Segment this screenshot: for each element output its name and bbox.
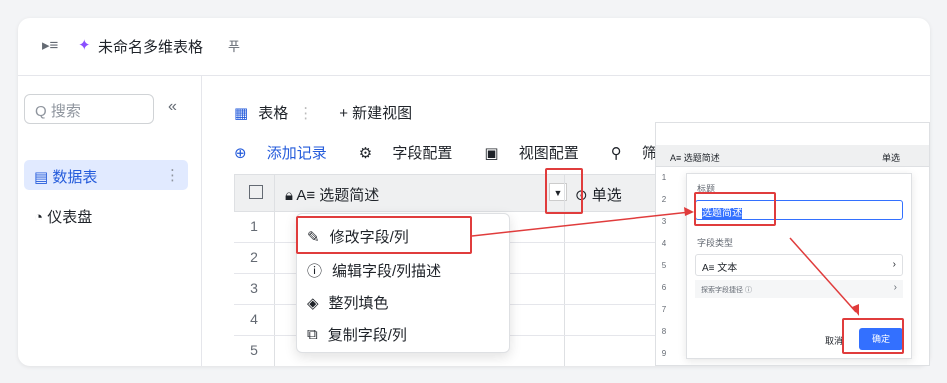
- arrow-line: [471, 211, 691, 237]
- annotation-arrows: [471, 207, 859, 316]
- arrow-line: [789, 237, 857, 313]
- arrow-head: [852, 304, 859, 316]
- arrow-head: [684, 207, 694, 216]
